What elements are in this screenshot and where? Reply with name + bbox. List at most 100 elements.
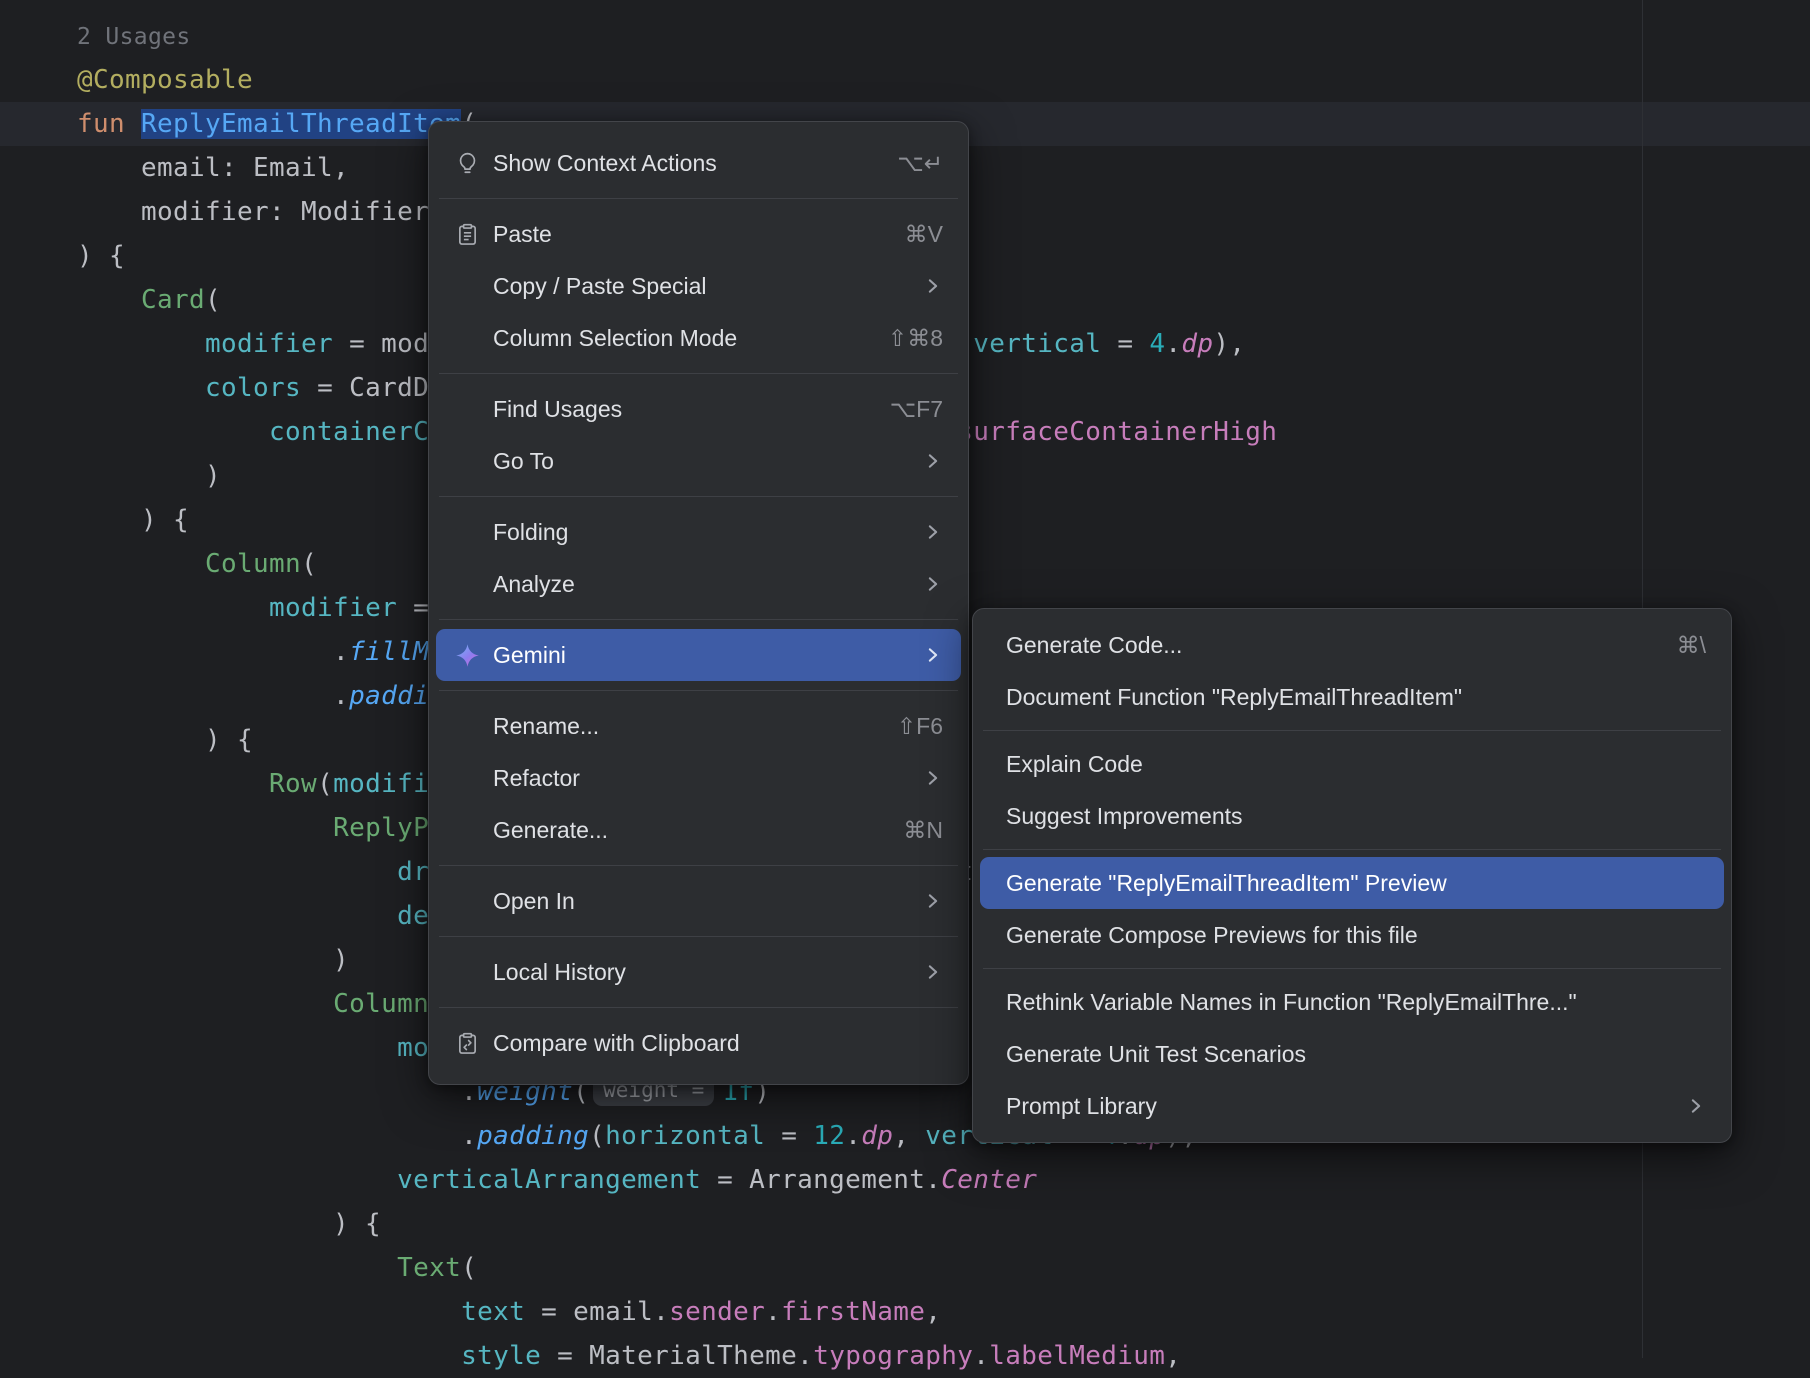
code-token: style (461, 1341, 541, 1371)
code-token (77, 1033, 397, 1063)
code-token (77, 373, 205, 403)
compare-icon (444, 1030, 490, 1057)
menu-item-generate-unit-test-scenarios[interactable]: Generate Unit Test Scenarios (980, 1028, 1724, 1080)
menu-item-gemini[interactable]: Gemini (436, 629, 961, 681)
menu-item-copy-paste-special[interactable]: Copy / Paste Special (436, 260, 961, 312)
code-token: typography (813, 1341, 973, 1371)
code-token: firstName (781, 1297, 925, 1327)
code-token: . (77, 637, 349, 667)
menu-item-refactor[interactable]: Refactor (436, 752, 961, 804)
code-token: ) (77, 945, 349, 975)
menu-item-document-function-replyemailthreaditem[interactable]: Document Function "ReplyEmailThreadItem" (980, 671, 1724, 723)
code-token: , (1165, 1341, 1181, 1371)
menu-item-label: Go To (493, 448, 883, 475)
menu-item-label: Rename... (493, 713, 857, 740)
menu-item-local-history[interactable]: Local History (436, 946, 961, 998)
code-token: 4 (1149, 329, 1165, 359)
code-token: surfaceContainerHigh (957, 417, 1277, 447)
code-token: = MaterialTheme. (541, 1341, 813, 1371)
code-token: ( (205, 285, 221, 315)
code-token (77, 813, 333, 843)
menu-item-shortcut: ⇧⌘8 (888, 325, 943, 352)
menu-item-open-in[interactable]: Open In (436, 875, 961, 927)
menu-item-generate-compose-previews-for-this-file[interactable]: Generate Compose Previews for this file (980, 909, 1724, 961)
menu-item-suggest-improvements[interactable]: Suggest Improvements (980, 790, 1724, 842)
code-token: dp (861, 1121, 893, 1151)
chevron-right-icon (923, 768, 943, 788)
menu-item-label: Folding (493, 519, 883, 546)
code-token: @Composable (77, 65, 253, 95)
menu-item-explain-code[interactable]: Explain Code (980, 738, 1724, 790)
code-token (77, 285, 141, 315)
menu-separator (439, 496, 958, 497)
menu-item-label: Gemini (493, 642, 883, 669)
menu-item-column-selection-mode[interactable]: Column Selection Mode⇧⌘8 (436, 312, 961, 364)
menu-item-label: Prompt Library (1006, 1093, 1646, 1120)
menu-item-go-to[interactable]: Go To (436, 435, 961, 487)
menu-item-label: Document Function "ReplyEmailThreadItem" (1006, 684, 1706, 711)
menu-separator (439, 936, 958, 937)
code-token: 2 Usages (77, 24, 191, 50)
code-token: , (925, 1297, 941, 1327)
menu-item-generate[interactable]: Generate...⌘N (436, 804, 961, 856)
menu-item-shortcut: ⌥↵ (897, 150, 943, 177)
code-token: padding (477, 1121, 589, 1151)
code-token (77, 1165, 397, 1195)
menu-item-compare-with-clipboard[interactable]: Compare with Clipboard (436, 1017, 961, 1069)
chevron-right-icon (923, 962, 943, 982)
code-token (77, 857, 397, 887)
code-token: verticalArrangement (397, 1165, 701, 1195)
menu-item-analyze[interactable]: Analyze (436, 558, 961, 610)
menu-item-shortcut: ⌘V (905, 221, 943, 248)
code-line: text = email.sender.firstName, (0, 1290, 1810, 1334)
code-token: Text (397, 1253, 461, 1283)
code-token (77, 769, 269, 799)
menu-item-label: Paste (493, 221, 865, 248)
chevron-right-icon (923, 276, 943, 296)
code-token: . (765, 1297, 781, 1327)
menu-item-label: Find Usages (493, 396, 850, 423)
menu-item-label: Copy / Paste Special (493, 273, 883, 300)
menu-item-folding[interactable]: Folding (436, 506, 961, 558)
chevron-right-icon (923, 574, 943, 594)
code-token: . (973, 1341, 989, 1371)
menu-item-shortcut: ⌥F7 (890, 396, 943, 423)
code-token: modifier (269, 593, 397, 623)
menu-item-generate-code[interactable]: Generate Code...⌘\ (980, 619, 1724, 671)
menu-separator (439, 619, 958, 620)
code-token: labelMedium (989, 1341, 1165, 1371)
menu-item-shortcut: ⇧F6 (897, 713, 943, 740)
code-token: ( (301, 549, 317, 579)
gemini-icon (444, 642, 490, 669)
menu-item-generate-replyemailthreaditem-preview[interactable]: Generate "ReplyEmailThreadItem" Preview (980, 857, 1724, 909)
code-token: . (1165, 329, 1181, 359)
menu-item-paste[interactable]: Paste ⌘V (436, 208, 961, 260)
code-token: ( (589, 1121, 605, 1151)
menu-separator (439, 1007, 958, 1008)
menu-separator (983, 730, 1721, 731)
chevron-right-icon (923, 645, 943, 665)
code-token: Center (941, 1165, 1037, 1195)
code-token: ) { (77, 1209, 381, 1239)
menu-item-rename[interactable]: Rename... ⇧F6 (436, 700, 961, 752)
menu-item-find-usages[interactable]: Find Usages ⌥F7 (436, 383, 961, 435)
code-token: = email. (525, 1297, 669, 1327)
code-token (77, 549, 205, 579)
menu-item-shortcut: ⌘\ (1677, 632, 1706, 659)
menu-separator (439, 198, 958, 199)
menu-item-rethink-variable-names-in-function-replyemailthre[interactable]: Rethink Variable Names in Function "Repl… (980, 976, 1724, 1028)
code-token: Card (141, 285, 205, 315)
code-token: ( (317, 769, 333, 799)
code-token: dp (1181, 329, 1213, 359)
gemini-submenu: Generate Code...⌘\ Document Function "Rep… (972, 608, 1732, 1143)
code-token: ) { (77, 241, 125, 271)
code-token (77, 1297, 461, 1327)
menu-item-show-context-actions[interactable]: Show Context Actions⌥↵ (436, 137, 961, 189)
code-token (77, 989, 333, 1019)
code-token: ( (461, 1253, 477, 1283)
chevron-right-icon (1686, 1096, 1706, 1116)
code-line: style = MaterialTheme.typography.labelMe… (0, 1334, 1810, 1378)
menu-item-prompt-library[interactable]: Prompt Library (980, 1080, 1724, 1132)
code-token: Column (205, 549, 301, 579)
code-token: = (765, 1121, 813, 1151)
